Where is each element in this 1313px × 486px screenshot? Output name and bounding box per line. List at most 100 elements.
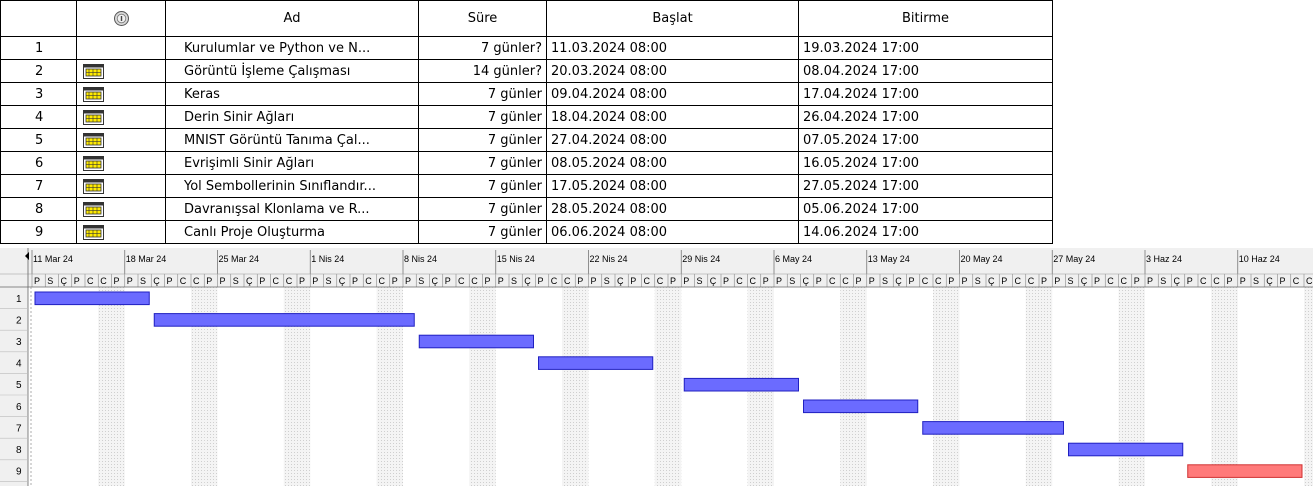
weekend-shading <box>933 287 947 486</box>
task-duration-cell[interactable]: 7 günler <box>418 197 547 221</box>
day-tick-label: S <box>511 276 517 286</box>
table-row[interactable]: 4 Derin Sinir Ağları 7 günler 18.04.2024 08… <box>0 105 1053 129</box>
task-id-cell[interactable]: 6 <box>0 151 77 175</box>
table-row[interactable]: 3 Keras 7 günler 09.04.2024 08:00 17.04.2024… <box>0 82 1053 106</box>
day-tick-label: P <box>856 276 862 286</box>
task-indicator-cell[interactable] <box>76 82 166 106</box>
gantt-bar-task-5[interactable] <box>683 377 799 392</box>
task-duration-cell[interactable]: 14 günler? <box>418 59 547 83</box>
day-tick-label: Ç <box>432 276 439 286</box>
task-indicator-cell[interactable] <box>76 197 166 221</box>
task-name-cell[interactable]: Derin Sinir Ağları <box>165 105 419 129</box>
day-tick-label: P <box>763 276 769 286</box>
day-tick-label: C <box>286 276 293 286</box>
task-name-cell[interactable]: Yol Sembollerinin Sınıflandır... <box>165 174 419 198</box>
gantt-bar-task-9[interactable] <box>1187 464 1303 478</box>
day-tick-label: C <box>842 276 849 286</box>
task-finish-cell[interactable]: 08.04.2024 17:00 <box>798 59 1053 83</box>
day-tick-label: P <box>1041 276 1047 286</box>
day-tick-label: P <box>962 276 968 286</box>
task-finish-cell[interactable]: 14.06.2024 17:00 <box>798 220 1053 244</box>
task-finish-cell[interactable]: 05.06.2024 17:00 <box>798 197 1053 221</box>
task-start-cell[interactable]: 20.03.2024 08:00 <box>546 59 799 83</box>
task-duration-cell[interactable]: 7 günler? <box>418 36 547 60</box>
table-row[interactable]: 7 Yol Sembollerinin Sınıflandır... 7 günle… <box>0 174 1053 198</box>
task-start-cell[interactable]: 11.03.2024 08:00 <box>546 36 799 60</box>
task-start-cell[interactable]: 17.05.2024 08:00 <box>546 174 799 198</box>
task-indicator-cell[interactable] <box>76 59 166 83</box>
task-start-cell[interactable]: 28.05.2024 08:00 <box>546 197 799 221</box>
gantt-bar-task-7[interactable] <box>922 421 1064 435</box>
weekend-shading <box>111 287 125 486</box>
task-start-cell[interactable]: 27.04.2024 08:00 <box>546 128 799 152</box>
task-id-cell[interactable]: 7 <box>0 174 77 198</box>
task-finish-cell[interactable]: 16.05.2024 17:00 <box>798 151 1053 175</box>
gantt-chart[interactable]: PSÇPCCPPSÇPCCPPSÇPCCPPSÇPCCPPSÇPCCPPSÇPC… <box>0 248 1313 486</box>
gantt-bar-task-6[interactable] <box>803 399 919 414</box>
header-id[interactable] <box>0 0 77 37</box>
task-indicator-cell[interactable] <box>76 105 166 129</box>
task-name-cell[interactable]: Davranışsal Klonlama ve R... <box>165 197 419 221</box>
task-id-cell[interactable]: 3 <box>0 82 77 106</box>
calendar-icon <box>83 86 104 102</box>
table-row[interactable]: 5 MNIST Görüntü Tanıma Çal... 7 günler 27.0… <box>0 128 1053 152</box>
table-row[interactable]: 6 Evrişimli Sinir Ağları 7 günler 08.05.202… <box>0 151 1053 175</box>
day-tick-label: C <box>564 276 571 286</box>
gantt-bar-task-2[interactable] <box>153 313 415 327</box>
header-finish[interactable]: Bitirme <box>798 0 1053 37</box>
task-duration-cell[interactable]: 7 günler <box>418 220 547 244</box>
gantt-chart-canvas[interactable]: PSÇPCCPPSÇPCCPPSÇPCCPPSÇPCCPPSÇPCCPPSÇPC… <box>0 248 1313 486</box>
day-tick-label: S <box>418 276 424 286</box>
task-start-cell[interactable]: 18.04.2024 08:00 <box>546 105 799 129</box>
task-start-cell[interactable]: 09.04.2024 08:00 <box>546 82 799 106</box>
task-name-cell[interactable]: Görüntü İşleme Çalışması <box>165 59 419 83</box>
task-indicator-cell[interactable] <box>76 174 166 198</box>
task-name-cell[interactable]: Evrişimli Sinir Ağları <box>165 151 419 175</box>
header-name[interactable]: Ad <box>165 0 419 37</box>
task-id-cell[interactable]: 9 <box>0 220 77 244</box>
gantt-bar-task-1[interactable] <box>34 291 150 306</box>
task-name-cell[interactable]: Keras <box>165 82 419 106</box>
day-tick-label: Ç <box>153 276 160 286</box>
day-tick-label: C <box>100 276 107 286</box>
table-row[interactable]: 9 Canlı Proje Oluşturma 7 günler 06.06.2024… <box>0 220 1053 244</box>
task-id-cell[interactable]: 5 <box>0 128 77 152</box>
task-duration-cell[interactable]: 7 günler <box>418 174 547 198</box>
task-duration-cell[interactable]: 7 günler <box>418 128 547 152</box>
week-tick-label: 13 May 24 <box>868 254 910 264</box>
task-name-cell[interactable]: Kurulumlar ve Python ve N... <box>165 36 419 60</box>
task-finish-cell[interactable]: 07.05.2024 17:00 <box>798 128 1053 152</box>
day-tick-label: S <box>604 276 610 286</box>
task-duration-cell[interactable]: 7 günler <box>418 82 547 106</box>
task-duration-cell[interactable]: 7 günler <box>418 105 547 129</box>
task-indicator-cell[interactable] <box>76 151 166 175</box>
task-id-cell[interactable]: 8 <box>0 197 77 221</box>
table-row[interactable]: 8 Davranışsal Klonlama ve R... 7 günler 28.… <box>0 197 1053 221</box>
task-indicator-cell[interactable] <box>76 36 166 60</box>
gantt-bar-task-4[interactable] <box>538 356 654 370</box>
day-tick-label: P <box>1187 276 1193 286</box>
task-finish-cell[interactable]: 17.04.2024 17:00 <box>798 82 1053 106</box>
task-finish-cell[interactable]: 19.03.2024 17:00 <box>798 36 1053 60</box>
table-row[interactable]: 2 Görüntü İşleme Çalışması 14 günler? 20.03… <box>0 59 1053 83</box>
header-start[interactable]: Başlat <box>546 0 799 37</box>
table-row[interactable]: 1 Kurulumlar ve Python ve N... 7 günler? 11… <box>0 36 1053 60</box>
task-id-cell[interactable]: 1 <box>0 36 77 60</box>
task-duration-cell[interactable]: 7 günler <box>418 151 547 175</box>
weekend-shading <box>575 287 589 486</box>
task-finish-cell[interactable]: 27.05.2024 17:00 <box>798 174 1053 198</box>
task-start-cell[interactable]: 06.06.2024 08:00 <box>546 220 799 244</box>
gantt-bar-task-3[interactable] <box>418 334 534 349</box>
header-indicators[interactable] <box>76 0 166 37</box>
task-id-cell[interactable]: 2 <box>0 59 77 83</box>
task-name-cell[interactable]: MNIST Görüntü Tanıma Çal... <box>165 128 419 152</box>
task-name-cell[interactable]: Canlı Proje Oluşturma <box>165 220 419 244</box>
task-indicator-cell[interactable] <box>76 128 166 152</box>
task-indicator-cell[interactable] <box>76 220 166 244</box>
task-id-cell[interactable]: 4 <box>0 105 77 129</box>
weekend-shading <box>946 287 960 486</box>
task-start-cell[interactable]: 08.05.2024 08:00 <box>546 151 799 175</box>
header-duration[interactable]: Süre <box>418 0 547 37</box>
task-finish-cell[interactable]: 26.04.2024 17:00 <box>798 105 1053 129</box>
gantt-bar-task-8[interactable] <box>1068 442 1184 457</box>
